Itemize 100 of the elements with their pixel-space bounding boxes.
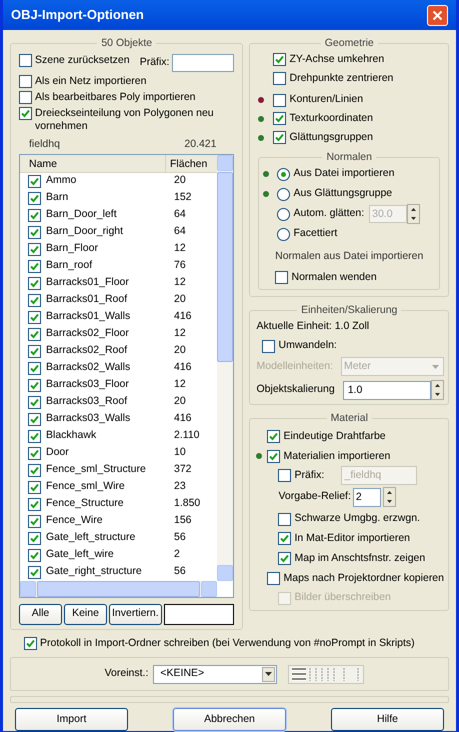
table-cell-text: 416 — [174, 360, 192, 376]
spinner-arrows[interactable] — [382, 487, 396, 508]
checkbox[interactable] — [19, 90, 32, 104]
table-cell-text: Barracks03_Roof — [45, 394, 128, 410]
close-icon[interactable] — [427, 4, 448, 26]
column-header[interactable]: Name — [20, 154, 166, 172]
spinner-arrows[interactable] — [407, 204, 420, 224]
checkbox[interactable] — [19, 106, 32, 120]
table-cell-text: Barracks03_Walls — [45, 411, 132, 426]
table-cell-text: Barracks01_Walls — [45, 309, 132, 324]
checkbox[interactable] — [28, 226, 41, 238]
button[interactable]: Abbrechen — [173, 708, 286, 732]
option-label: Normalen wenden — [291, 270, 377, 285]
table-cell-text: Fence_Wire — [45, 513, 104, 528]
checkbox[interactable] — [19, 54, 32, 67]
checkbox[interactable] — [28, 446, 41, 460]
layout-icon[interactable] — [288, 664, 364, 684]
checkbox[interactable] — [28, 192, 41, 204]
checkbox[interactable] — [273, 112, 286, 126]
table-cell-text: Gate_left_wire — [45, 547, 115, 562]
radio-button[interactable] — [277, 188, 290, 201]
button[interactable]: Keine — [64, 604, 107, 624]
prefix-field[interactable] — [172, 54, 234, 72]
filter-field[interactable] — [164, 604, 234, 624]
checkbox[interactable] — [278, 469, 292, 482]
checkbox[interactable] — [267, 572, 280, 585]
checkbox[interactable] — [267, 450, 280, 463]
checkbox[interactable] — [28, 430, 41, 442]
button[interactable]: Import — [15, 708, 128, 732]
table-cell-text: Barracks02_Roof — [45, 343, 128, 358]
horizontal-scrollbar[interactable] — [20, 580, 218, 596]
option-label: Dreieckseinteilung von Polygonen neu vornehmen — [35, 106, 215, 133]
checkbox[interactable] — [28, 514, 41, 528]
checkbox[interactable] — [278, 552, 292, 566]
table-cell-text: Barracks02_Walls — [45, 360, 132, 376]
option-label: Als ein Netz importieren — [35, 74, 146, 88]
checkbox[interactable] — [28, 174, 41, 188]
checkbox[interactable] — [28, 276, 41, 290]
scale-label: Objektskalierung — [256, 382, 335, 398]
checkbox[interactable] — [28, 378, 41, 392]
table-cell-text: 372 — [174, 462, 192, 478]
checkbox[interactable] — [262, 340, 276, 353]
radio-button[interactable] — [277, 168, 290, 181]
group-title: Geometrie — [324, 36, 375, 51]
preset-dropdown[interactable]: <KEINE> — [153, 664, 278, 684]
checkbox[interactable] — [28, 328, 41, 340]
checkbox[interactable] — [278, 512, 292, 526]
checkbox[interactable] — [28, 310, 41, 324]
checkbox[interactable] — [28, 294, 41, 306]
table-cell-text: Barracks01_Roof — [45, 292, 128, 308]
checkbox[interactable] — [28, 208, 41, 222]
checkbox[interactable] — [28, 498, 41, 510]
option-label: Autom. glätten: — [293, 206, 364, 222]
checkbox[interactable] — [28, 532, 41, 544]
table-cell-text: Ammo — [45, 173, 78, 188]
table-cell-text: 156 — [174, 513, 192, 528]
checkbox[interactable] — [28, 362, 41, 374]
table-cell-text: 1.850 — [174, 496, 200, 512]
vertical-scrollbar[interactable] — [217, 154, 234, 580]
checkbox[interactable] — [28, 548, 41, 562]
option-label: Schwarze Umgbg. erzwgn. — [294, 511, 420, 526]
checkbox[interactable] — [273, 94, 286, 107]
option-label: Vorgabe-Relief: — [278, 489, 351, 504]
checkbox[interactable] — [28, 464, 41, 476]
checkbox[interactable] — [28, 566, 41, 578]
checkbox[interactable] — [19, 74, 32, 88]
checkbox[interactable] — [28, 396, 41, 408]
table-cell-text: 12 — [174, 377, 186, 392]
option-label: Bilder überschreiben — [294, 590, 391, 606]
checkbox[interactable] — [28, 260, 41, 272]
table-cell-text: Fence_sml_Wire — [45, 479, 126, 494]
option-label: Aus Glättungsgruppe — [293, 186, 392, 202]
checkbox[interactable] — [24, 636, 37, 650]
checkbox[interactable] — [275, 271, 288, 284]
checkbox[interactable] — [273, 131, 286, 144]
checkbox[interactable] — [28, 344, 41, 358]
checkbox[interactable] — [28, 480, 41, 494]
table-cell-text: Barracks01_Floor — [45, 275, 130, 290]
table-cell-text: 416 — [174, 309, 192, 324]
column-header[interactable]: Flächen — [166, 154, 218, 172]
checkbox[interactable] — [28, 412, 41, 426]
caret-icon — [432, 364, 439, 368]
scale-field[interactable]: 1.0 — [342, 380, 431, 400]
radio-button[interactable] — [277, 228, 290, 241]
checkbox[interactable] — [273, 72, 286, 85]
checkbox[interactable] — [273, 53, 286, 66]
spinner-arrows[interactable] — [431, 380, 444, 400]
table-cell-text: Barn — [45, 190, 70, 206]
table-cell-text: Barracks03_Floor — [45, 377, 130, 392]
checkbox[interactable] — [267, 430, 280, 444]
button[interactable]: Alle — [19, 604, 62, 624]
button[interactable]: Hilfe — [331, 708, 444, 732]
option-label: Als bearbeitbares Poly importieren — [35, 90, 196, 104]
checkbox[interactable] — [28, 242, 41, 256]
checkbox[interactable] — [278, 532, 292, 546]
table-cell-text: 416 — [174, 411, 192, 426]
button[interactable]: Invertiern. — [109, 604, 162, 624]
radio-button[interactable] — [277, 208, 290, 221]
preset-label: Voreinst.: — [104, 666, 148, 682]
relief-field[interactable]: 2 — [352, 488, 381, 507]
